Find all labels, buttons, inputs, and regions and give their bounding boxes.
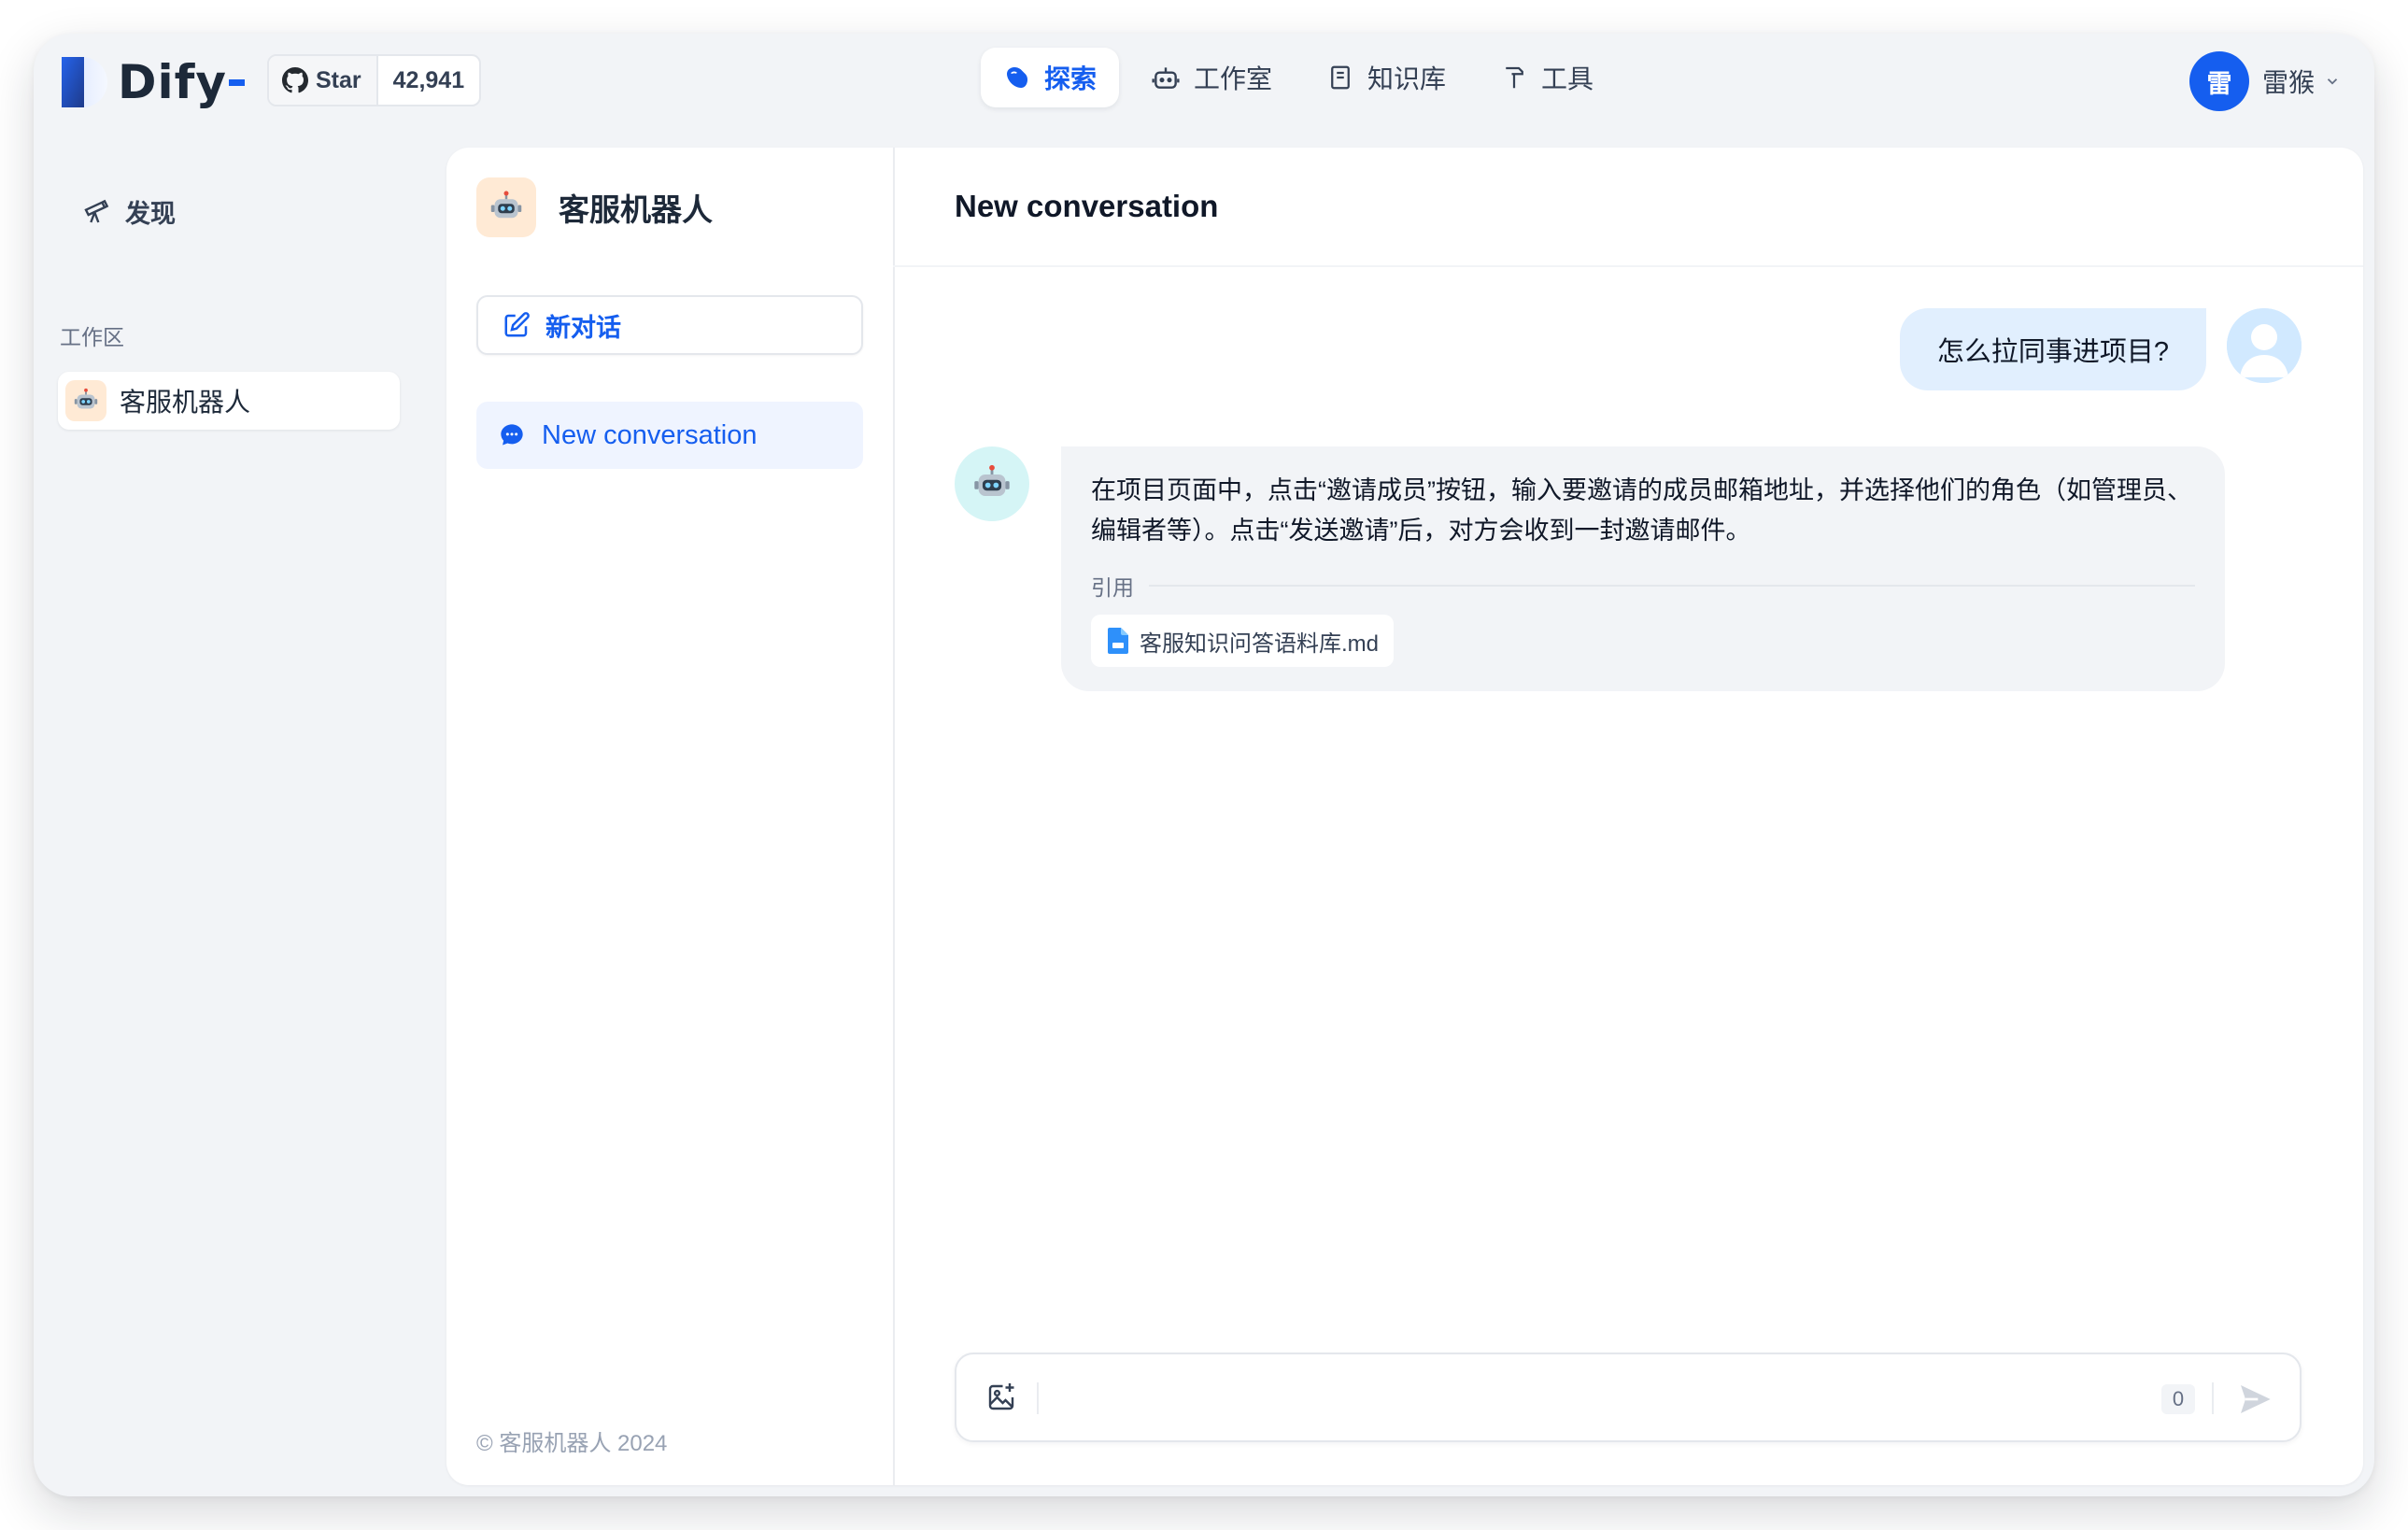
composer-divider-right (2212, 1382, 2214, 1414)
top-bar: Dify Star 42,941 探索 工作室 知识库 (34, 34, 2374, 133)
assistant-message-text: 在项目页面中，点击“邀请成员”按钮，输入要邀请的成员邮箱地址，并选择他们的角色（… (1091, 471, 2195, 551)
sidebar-discover-label: 发现 (125, 193, 176, 230)
new-chat-button[interactable]: 新对话 (476, 295, 863, 355)
brand-underscore (229, 79, 245, 86)
chat-title: New conversation (893, 148, 2363, 267)
nav-studio-label: 工作室 (1194, 59, 1272, 96)
github-star-widget[interactable]: Star 42,941 (267, 54, 481, 106)
citation-file[interactable]: 客服知识问答语料库.md (1091, 615, 1394, 667)
user-message: 怎么拉同事进项目? (1900, 308, 2302, 390)
document-icon (1108, 628, 1128, 654)
citation-label: 引用 (1091, 570, 1134, 602)
nav-studio[interactable]: 工作室 (1128, 48, 1295, 107)
user-avatar (2227, 308, 2302, 383)
github-icon (282, 67, 308, 93)
hammer-icon (1500, 64, 1528, 92)
citation-divider (1149, 585, 2195, 587)
workspace-label: 工作区 (60, 319, 124, 351)
app-window: Dify Star 42,941 探索 工作室 知识库 (34, 34, 2374, 1496)
user-avatar-badge: 雷 (2189, 51, 2249, 111)
char-count-badge: 0 (2161, 1384, 2195, 1414)
github-star-button[interactable]: Star (269, 56, 376, 105)
message-composer: 0 (955, 1353, 2302, 1442)
app-header: 客服机器人 (476, 177, 713, 237)
user-message-bubble: 怎么拉同事进项目? (1900, 308, 2206, 390)
nav-knowledge-label: 知识库 (1367, 59, 1446, 96)
assistant-message: 在项目页面中，点击“邀请成员”按钮，输入要邀请的成员邮箱地址，并选择他们的角色（… (955, 446, 2225, 691)
user-menu[interactable]: 雷 雷猴 (2189, 50, 2341, 112)
nav-explore-label: 探索 (1044, 59, 1097, 96)
nav-tools-label: 工具 (1541, 59, 1594, 96)
conversation-item-label: New conversation (542, 420, 758, 451)
assistant-message-bubble: 在项目页面中，点击“邀请成员”按钮，输入要邀请的成员邮箱地址，并选择他们的角色（… (1061, 446, 2225, 691)
dify-logo[interactable]: Dify (60, 52, 245, 112)
robot-icon (1151, 63, 1181, 92)
message-input[interactable] (1054, 1371, 2103, 1427)
chevron-down-icon (2324, 73, 2341, 90)
main-card: 客服机器人 新对话 New conversation © 客服机器人 2024 … (446, 148, 2363, 1485)
robot-emoji-icon (970, 462, 1013, 505)
github-star-label: Star (316, 67, 361, 94)
main-nav: 探索 工作室 知识库 工具 (981, 48, 1616, 107)
copyright-text: © 客服机器人 2024 (476, 1424, 667, 1457)
edit-icon (503, 311, 531, 339)
chat-area: New conversation 怎么拉同事进项目? 在项目页面中，点击“邀请成… (893, 148, 2363, 1485)
dify-logo-mark (60, 55, 108, 109)
sidebar-discover[interactable]: 发现 (67, 187, 269, 235)
github-star-count[interactable]: 42,941 (376, 56, 479, 105)
bot-avatar (955, 446, 1029, 521)
nav-tools[interactable]: 工具 (1478, 48, 1616, 107)
explore-icon (1003, 64, 1031, 92)
telescope-icon (82, 196, 112, 226)
app-title: 客服机器人 (559, 185, 713, 230)
image-upload-icon[interactable] (984, 1381, 1018, 1414)
nav-knowledge[interactable]: 知识库 (1304, 48, 1468, 107)
send-icon[interactable] (2236, 1381, 2273, 1418)
new-chat-label: 新对话 (545, 307, 621, 344)
brand-name: Dify (118, 55, 227, 109)
robot-emoji-icon (476, 177, 536, 237)
conversation-item[interactable]: New conversation (476, 402, 863, 469)
sidebar-app-name: 客服机器人 (120, 382, 250, 419)
nav-explore[interactable]: 探索 (981, 48, 1119, 107)
conversation-panel: 客服机器人 新对话 New conversation © 客服机器人 2024 (446, 148, 895, 1485)
chat-bubble-icon (499, 422, 525, 448)
citation-header: 引用 (1091, 570, 2195, 602)
user-name: 雷猴 (2262, 63, 2315, 100)
composer-divider (1037, 1382, 1039, 1414)
citation-file-name: 客服知识问答语料库.md (1140, 625, 1379, 658)
sidebar-app-item[interactable]: 客服机器人 (58, 372, 400, 430)
robot-emoji-icon (65, 380, 106, 421)
book-icon (1326, 64, 1354, 92)
